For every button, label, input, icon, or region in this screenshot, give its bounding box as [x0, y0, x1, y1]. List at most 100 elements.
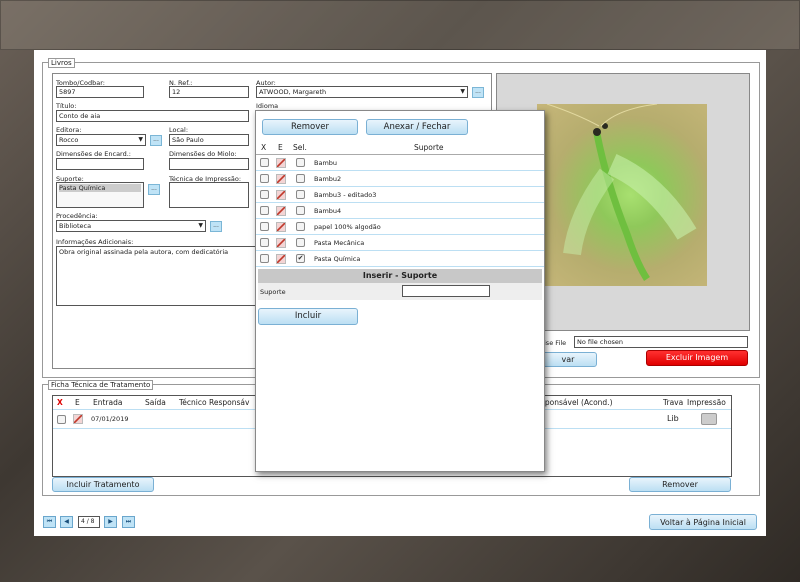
row-delete-checkbox[interactable] — [260, 158, 269, 167]
lacewing-image — [546, 104, 697, 281]
background-decoration — [0, 0, 800, 50]
suporte-row: Bambu2 — [256, 171, 544, 187]
row-delete-checkbox[interactable] — [260, 206, 269, 215]
local-label: Local: — [169, 126, 189, 134]
delete-image-button[interactable]: Excluir Imagem — [646, 350, 748, 366]
edit-icon[interactable] — [276, 190, 286, 200]
add-treatment-button[interactable]: Incluir Tratamento — [52, 477, 154, 492]
col-impressao: Impressão — [687, 398, 726, 407]
modal-col-suporte: Suporte — [414, 143, 444, 152]
autor-more-button[interactable]: ... — [472, 87, 484, 98]
procedencia-more-button[interactable]: ... — [210, 221, 222, 232]
row-delete-checkbox[interactable] — [260, 254, 269, 263]
modal-col-sel: Sel. — [293, 143, 307, 152]
row-select-checkbox-checked[interactable]: ✔ — [296, 254, 305, 263]
edit-icon[interactable] — [276, 206, 286, 216]
prev-page-icon[interactable]: ◀ — [60, 516, 73, 528]
treatment-legend: Ficha Técnica de Tratamento — [48, 380, 154, 390]
file-input[interactable]: No file chosen — [574, 336, 748, 348]
insert-suporte-input[interactable] — [402, 285, 490, 297]
modal-remove-button[interactable]: Remover — [262, 119, 358, 135]
col-saida: Saída — [145, 398, 166, 407]
modal-attach-close-button[interactable]: Anexar / Fechar — [366, 119, 468, 135]
edit-icon[interactable] — [73, 414, 83, 424]
info-textarea[interactable]: Obra original assinada pela autora, com … — [56, 246, 256, 306]
treatment-row-checkbox[interactable] — [57, 415, 66, 424]
last-page-icon[interactable]: ⏭ — [122, 516, 135, 528]
dim-encard-label: Dimensões de Encard.: — [56, 150, 131, 158]
books-legend: Livros — [48, 58, 75, 68]
suporte-name: Bambu — [314, 159, 338, 167]
row-delete-checkbox[interactable] — [260, 174, 269, 183]
local-input[interactable]: São Paulo — [169, 134, 249, 146]
editora-more-button[interactable]: ... — [150, 135, 162, 146]
editora-select[interactable]: Rocco — [56, 134, 146, 146]
suporte-name: Bambu2 — [314, 175, 342, 183]
titulo-label: Título: — [56, 102, 77, 110]
suporte-name: Bambu4 — [314, 207, 342, 215]
tecnica-listbox[interactable] — [169, 182, 249, 208]
titulo-input[interactable]: Conto de aia — [56, 110, 249, 122]
suporte-row: ✔ Pasta Química — [256, 251, 544, 267]
insert-label: Suporte — [260, 288, 286, 296]
save-image-button[interactable]: var — [539, 352, 597, 367]
modal-table: X E Sel. Suporte Bambu Bambu2 Bambu3 - e… — [256, 141, 544, 269]
suporte-more-button[interactable]: ... — [148, 184, 160, 195]
nref-input[interactable]: 12 — [169, 86, 249, 98]
file-label: ise File — [544, 339, 567, 347]
suporte-name: Bambu3 - editado3 — [314, 191, 377, 199]
col-responsavel: sponsável (Acond.) — [541, 398, 613, 407]
dim-miolo-input[interactable] — [169, 158, 249, 170]
suporte-name: Pasta Química — [314, 255, 361, 263]
suporte-row: Bambu4 — [256, 203, 544, 219]
insert-include-button[interactable]: Incluir — [258, 308, 358, 325]
edit-icon[interactable] — [276, 158, 286, 168]
insert-title: Inserir - Suporte — [362, 271, 438, 280]
suporte-row: papel 100% algodão — [256, 219, 544, 235]
row-select-checkbox[interactable] — [296, 158, 305, 167]
col-tecnico: Técnico Responsáv — [179, 398, 250, 407]
suporte-row: Pasta Mecânica — [256, 235, 544, 251]
back-home-button[interactable]: Voltar à Página Inicial — [649, 514, 757, 530]
printer-icon[interactable] — [701, 413, 717, 425]
col-entrada: Entrada — [93, 398, 123, 407]
first-page-icon[interactable]: ⏮ — [43, 516, 56, 528]
treatment-entrada: 07/01/2019 — [91, 415, 129, 423]
row-delete-checkbox[interactable] — [260, 190, 269, 199]
treatment-trava: Lib — [667, 414, 679, 423]
modal-header-row: X E Sel. Suporte — [256, 141, 544, 155]
procedencia-label: Procedência: — [56, 212, 98, 220]
row-select-checkbox[interactable] — [296, 222, 305, 231]
suporte-selected-item: Pasta Química — [59, 184, 141, 192]
editora-label: Editora: — [56, 126, 82, 134]
suporte-modal: Remover Anexar / Fechar X E Sel. Suporte… — [255, 110, 545, 472]
edit-icon[interactable] — [276, 174, 286, 184]
col-trava: Trava — [663, 398, 684, 407]
edit-icon[interactable] — [276, 238, 286, 248]
col-e: E — [75, 398, 80, 407]
suporte-name: Pasta Mecânica — [314, 239, 365, 247]
row-select-checkbox[interactable] — [296, 190, 305, 199]
page-indicator: 4 / 8 — [78, 516, 100, 528]
row-select-checkbox[interactable] — [296, 238, 305, 247]
dim-encard-input[interactable] — [56, 158, 144, 170]
suporte-listbox[interactable]: Pasta Química — [56, 182, 144, 208]
book-photo — [537, 104, 707, 286]
suporte-name: papel 100% algodão — [314, 223, 381, 231]
edit-icon[interactable] — [276, 254, 286, 264]
row-delete-checkbox[interactable] — [260, 222, 269, 231]
suporte-row: Bambu — [256, 155, 544, 171]
idioma-label: Idioma — [256, 102, 279, 110]
row-select-checkbox[interactable] — [296, 206, 305, 215]
next-page-icon[interactable]: ▶ — [104, 516, 117, 528]
insert-row: Suporte — [258, 283, 542, 300]
row-delete-checkbox[interactable] — [260, 238, 269, 247]
dim-miolo-label: Dimensões do Miolo: — [169, 150, 237, 158]
autor-select[interactable]: ATWOOD, Margareth — [256, 86, 468, 98]
procedencia-select[interactable]: Biblioteca — [56, 220, 206, 232]
edit-icon[interactable] — [276, 222, 286, 232]
insert-header: Inserir - Suporte — [258, 269, 542, 283]
tombo-input[interactable]: 5897 — [56, 86, 144, 98]
remove-treatment-button[interactable]: Remover — [629, 477, 731, 492]
row-select-checkbox[interactable] — [296, 174, 305, 183]
